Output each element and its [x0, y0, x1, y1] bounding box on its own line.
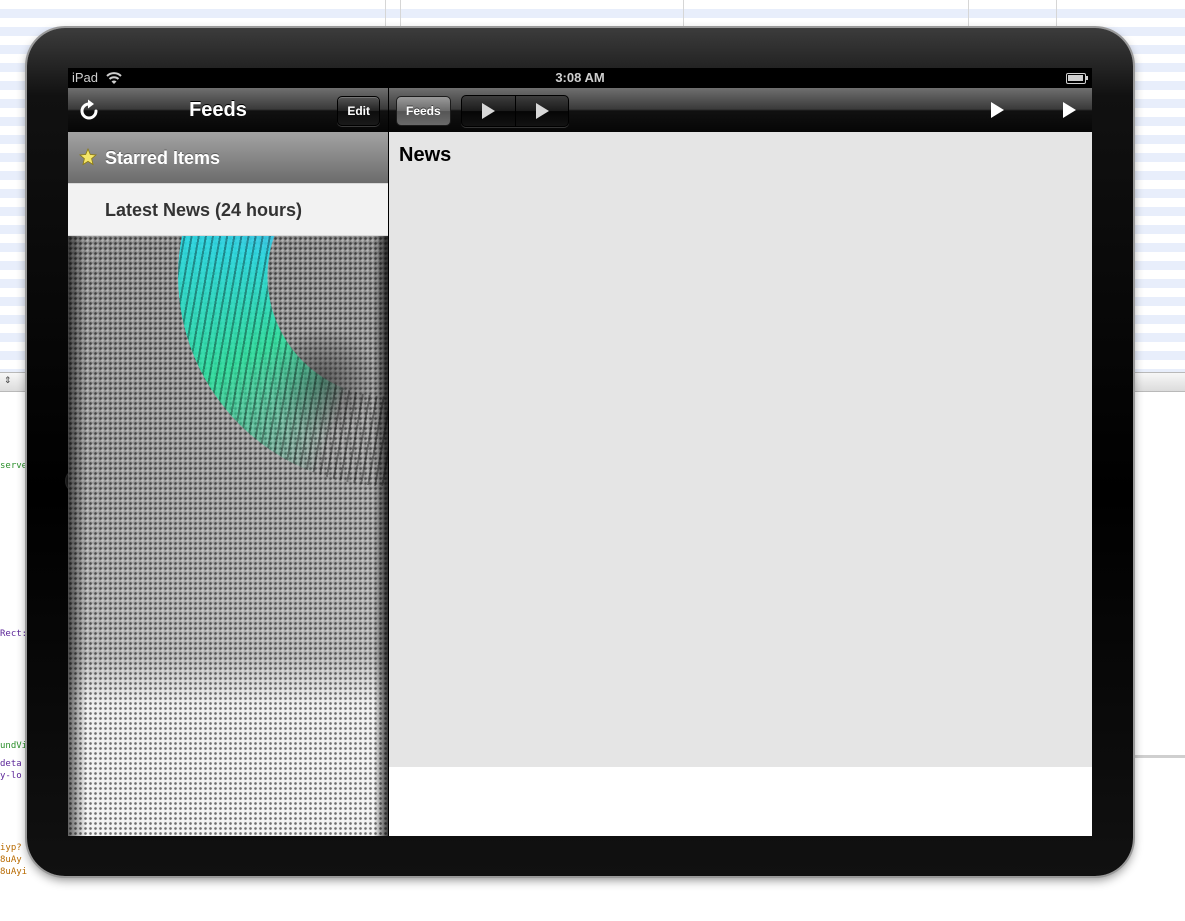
play-icon	[482, 103, 495, 119]
status-bar: iPad 3:08 AM	[68, 68, 1092, 88]
ipad-screen: iPad 3:08 AM Feeds Edit Starred Items La…	[68, 68, 1092, 836]
photo-edge	[374, 236, 388, 836]
background-popup-arrows-icon[interactable]: ⇕	[4, 375, 12, 386]
refresh-icon	[80, 99, 98, 120]
background-code-line: undVi	[0, 741, 28, 751]
news-title: News	[399, 144, 452, 166]
segment-previous[interactable]	[462, 96, 516, 126]
background-code-line: iyp?	[0, 843, 22, 853]
background-code-line: Rect:	[0, 629, 28, 639]
detail-toolbar: Feeds	[389, 88, 1092, 133]
feeds-title: Feeds	[189, 99, 247, 121]
background-code-line: serve	[0, 461, 28, 471]
play-icon	[1063, 102, 1076, 118]
feeds-popover-button[interactable]: Feeds	[396, 96, 451, 126]
feed-row-label: Starred Items	[105, 148, 221, 168]
background-code-line: 8uAy	[0, 855, 22, 865]
navigation-segmented-control	[461, 95, 569, 127]
feed-row-label: Latest News (24 hours)	[105, 200, 303, 220]
background-code-line: y-lo	[0, 771, 22, 781]
feed-row-starred-items[interactable]: Starred Items	[68, 132, 388, 184]
edit-button[interactable]: Edit	[337, 96, 380, 126]
background-code-line: 8uAyi	[0, 867, 28, 877]
feeds-master-panel: Feeds Edit Starred Items Latest News (24…	[68, 88, 388, 836]
news-detail-panel: Feeds News	[389, 88, 1092, 836]
refresh-button[interactable]	[76, 98, 102, 124]
battery-icon	[1066, 73, 1088, 84]
star-icon	[79, 148, 97, 166]
detail-footer-area	[389, 767, 1092, 836]
play-icon	[991, 102, 1004, 118]
background-code-line: deta	[0, 759, 22, 769]
photo-cd-reflection	[178, 236, 388, 486]
play-button[interactable]	[983, 96, 1013, 124]
photo-edge	[68, 236, 86, 836]
news-content-area: News	[389, 132, 1092, 767]
background-divider	[1133, 755, 1185, 758]
play-icon	[536, 103, 549, 119]
play-button[interactable]	[1055, 96, 1085, 124]
background-photo	[68, 236, 388, 836]
feed-row-latest-news[interactable]: Latest News (24 hours)	[68, 184, 388, 236]
status-time: 3:08 AM	[555, 70, 605, 85]
feeds-navigation-bar: Feeds Edit	[68, 88, 388, 133]
segment-next[interactable]	[516, 96, 568, 126]
